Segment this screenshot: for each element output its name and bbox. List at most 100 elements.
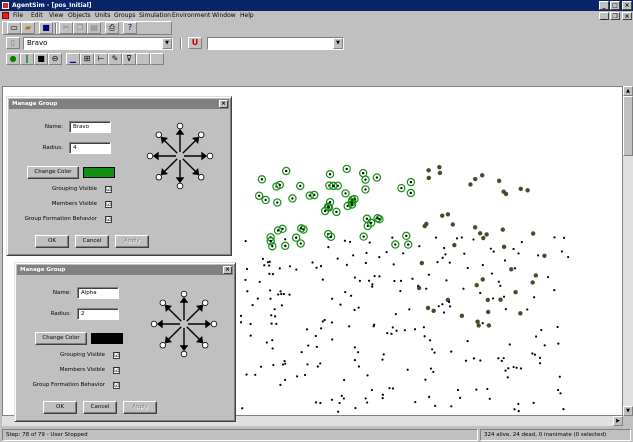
mdi-close-button[interactable]: ×	[622, 12, 632, 20]
alpha-agent[interactable]	[343, 239, 347, 242]
alpha-agent[interactable]	[559, 392, 562, 395]
alpha-agent[interactable]	[450, 405, 453, 408]
alpha-agent[interactable]	[475, 388, 478, 391]
route-icon[interactable]: ⊽	[122, 53, 136, 65]
alpha-agent[interactable]	[275, 322, 278, 325]
alpha-agent[interactable]	[249, 334, 252, 337]
mdi-minimize-button[interactable]: _	[599, 12, 609, 20]
alpha-agent[interactable]	[517, 402, 520, 406]
dead-agent[interactable]	[509, 267, 514, 272]
grouping-visible-checkbox[interactable]: ☑	[105, 186, 112, 193]
alpha-agent[interactable]	[288, 293, 291, 296]
alpha-agent[interactable]	[520, 240, 523, 244]
menu-simulation[interactable]: Simulation	[139, 11, 171, 21]
alpha-agent[interactable]	[472, 238, 475, 241]
alpha-agent[interactable]	[466, 340, 469, 343]
alpha-agent[interactable]	[321, 320, 324, 323]
cancel-button[interactable]: Cancel	[75, 235, 109, 248]
alpha-agent[interactable]	[512, 365, 515, 369]
alpha-agent[interactable]	[336, 257, 339, 260]
alpha-agent[interactable]	[245, 373, 248, 376]
alpha-agent[interactable]	[422, 326, 425, 329]
alpha-agent[interactable]	[447, 300, 451, 303]
alpha-agent[interactable]	[486, 387, 489, 391]
alpha-agent[interactable]	[399, 289, 402, 293]
maximize-button[interactable]: □	[610, 1, 620, 10]
alpha-agent[interactable]	[456, 388, 460, 392]
formation-checkbox[interactable]: ☑	[113, 382, 120, 389]
alpha-agent[interactable]	[382, 353, 385, 356]
alpha-agent[interactable]	[558, 375, 561, 378]
alpha-agent[interactable]	[307, 344, 310, 347]
dead-agent[interactable]	[445, 212, 451, 217]
secondary-select[interactable]: ▼	[207, 37, 344, 50]
menu-units[interactable]: Units	[95, 11, 110, 21]
alpha-agent[interactable]	[489, 247, 492, 250]
alpha-agent[interactable]	[394, 313, 397, 316]
alpha-agent[interactable]	[281, 363, 285, 366]
dead-agent[interactable]	[437, 170, 443, 176]
alpha-agent[interactable]	[431, 348, 434, 351]
save-icon[interactable]: ■	[39, 22, 53, 34]
alpha-agent[interactable]	[270, 314, 273, 317]
help-icon[interactable]: ?	[123, 22, 137, 34]
alpha-agent[interactable]	[239, 321, 243, 324]
alpha-agent[interactable]	[338, 401, 341, 405]
alpha-agent[interactable]	[508, 343, 511, 346]
alpha-agent[interactable]	[556, 388, 560, 392]
ok-button[interactable]: OK	[43, 401, 77, 414]
menu-objects[interactable]: Objects	[68, 11, 91, 21]
alpha-agent[interactable]	[277, 293, 280, 296]
close-button[interactable]: ×	[622, 1, 632, 10]
alpha-agent[interactable]	[499, 284, 502, 287]
alpha-agent[interactable]	[557, 342, 560, 345]
alpha-agent[interactable]	[492, 250, 495, 253]
dead-agent[interactable]	[419, 260, 425, 266]
alpha-agent[interactable]	[353, 308, 356, 312]
alpha-agent[interactable]	[342, 397, 345, 400]
alpha-agent[interactable]	[327, 246, 330, 249]
alpha-agent[interactable]	[282, 292, 285, 296]
reset-icon[interactable]: ⊖	[48, 53, 62, 65]
alpha-agent[interactable]	[330, 321, 334, 324]
dead-agent[interactable]	[452, 242, 457, 248]
alpha-agent[interactable]	[263, 264, 266, 267]
menu-groups[interactable]: Groups	[114, 11, 135, 21]
alpha-agent[interactable]	[331, 338, 334, 341]
alpha-agent[interactable]	[506, 376, 509, 379]
alpha-agent[interactable]	[526, 308, 529, 311]
alpha-agent[interactable]	[283, 378, 287, 382]
alpha-agent[interactable]	[393, 279, 396, 283]
alpha-agent[interactable]	[381, 393, 385, 396]
alpha-agent[interactable]	[295, 236, 298, 239]
terrain-icon[interactable]: ▁	[66, 53, 80, 65]
alpha-agent[interactable]	[462, 287, 465, 290]
alpha-agent[interactable]	[464, 359, 468, 362]
paste-icon[interactable]: ▤	[87, 22, 101, 34]
alpha-agent[interactable]	[364, 261, 367, 265]
grid-icon[interactable]: ⊞	[80, 53, 94, 65]
alpha-agent[interactable]	[414, 400, 417, 404]
alpha-agent[interactable]	[344, 290, 347, 294]
alpha-agent[interactable]	[266, 261, 270, 264]
alpha-agent[interactable]	[366, 401, 369, 404]
dead-agent[interactable]	[437, 164, 442, 170]
alpha-agent[interactable]	[540, 328, 543, 332]
dead-agent[interactable]	[496, 178, 502, 184]
alpha-agent[interactable]	[417, 284, 420, 287]
alpha-agent[interactable]	[507, 367, 510, 370]
alpha-agent[interactable]	[390, 332, 393, 335]
alpha-agent[interactable]	[265, 341, 268, 344]
blank-tool-icon[interactable]	[136, 53, 150, 65]
alpha-agent[interactable]	[553, 289, 556, 292]
menu-edit[interactable]: Edit	[31, 11, 43, 21]
alpha-agent[interactable]	[479, 291, 482, 295]
alpha-agent[interactable]	[513, 408, 516, 411]
dead-agent[interactable]	[426, 168, 431, 173]
alpha-agent[interactable]	[249, 322, 252, 326]
alpha-agent[interactable]	[330, 398, 334, 401]
alpha-agent[interactable]	[258, 280, 261, 284]
alpha-agent[interactable]	[463, 252, 466, 255]
alpha-agent[interactable]	[296, 375, 299, 378]
dead-agent[interactable]	[473, 176, 478, 182]
